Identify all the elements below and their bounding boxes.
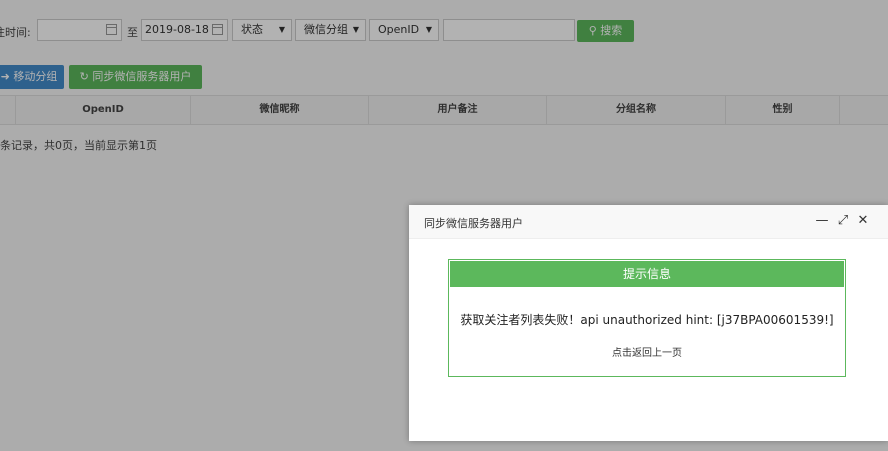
dialog-header: 同步微信服务器用户 — ⤢ ✕: [409, 205, 888, 239]
dialog-title: 同步微信服务器用户: [424, 217, 523, 230]
maximize-icon[interactable]: ⤢: [836, 213, 850, 228]
message-box: 提示信息 获取关注者列表失败！api unauthorized hint: [j…: [448, 259, 846, 377]
minimize-icon[interactable]: —: [815, 213, 829, 228]
error-message: 获取关注者列表失败！api unauthorized hint: [j37BPA…: [460, 313, 834, 327]
message-title: 提示信息: [450, 261, 844, 287]
close-icon[interactable]: ✕: [856, 213, 870, 228]
sync-dialog: 同步微信服务器用户 — ⤢ ✕ 提示信息 获取关注者列表失败！api unaut…: [409, 205, 888, 441]
back-link[interactable]: 点击返回上一页: [449, 344, 845, 359]
